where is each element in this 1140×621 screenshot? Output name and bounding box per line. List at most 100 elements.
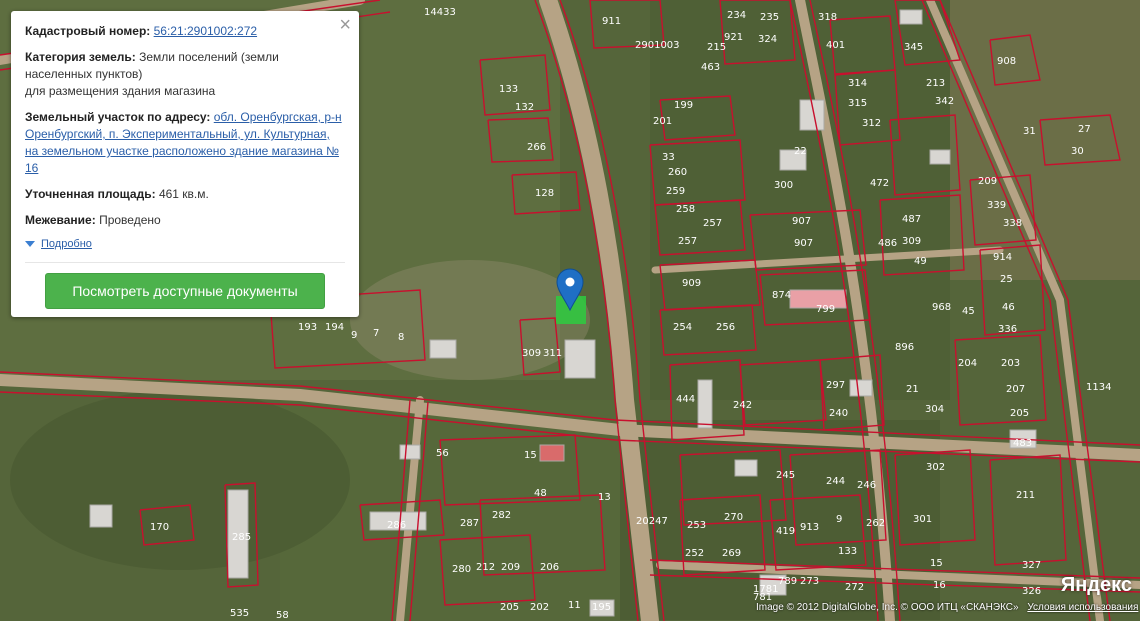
parcel-label: 472 [870, 178, 889, 189]
parcel-label: 315 [848, 98, 867, 109]
parcel-label: 244 [826, 476, 845, 487]
parcel-label: 252 [685, 548, 704, 559]
parcel-label: 215 [707, 42, 726, 53]
parcel-label: 14433 [424, 7, 456, 18]
cadastral-number-link[interactable]: 56:21:2901002:272 [154, 24, 257, 38]
parcel-label: 282 [492, 510, 511, 521]
parcel-label: 921 [724, 32, 743, 43]
parcel-label: 205 [1010, 408, 1029, 419]
parcel-label: 128 [535, 188, 554, 199]
parcel-label: 8 [398, 332, 404, 343]
parcel-label: 193 [298, 322, 317, 333]
parcel-label: 211 [1016, 490, 1035, 501]
parcel-label: 345 [904, 42, 923, 53]
parcel-label: 206 [540, 562, 559, 573]
parcel-label: 30 [1071, 146, 1084, 157]
category-row: Категория земель: Земли поселений (земли… [25, 49, 345, 100]
parcel-label: 245 [776, 470, 795, 481]
view-documents-button[interactable]: Посмотреть доступные документы [45, 273, 325, 309]
parcel-label: 262 [866, 518, 885, 529]
parcel-label: 205 [500, 602, 519, 613]
category-label: Категория земель: [25, 50, 136, 64]
parcel-label: 33 [662, 152, 675, 163]
parcel-label: 246 [857, 480, 876, 491]
parcel-label: 914 [993, 252, 1012, 263]
parcel-label: 133 [499, 84, 518, 95]
parcel-label: 253 [687, 520, 706, 531]
parcel-label: 21 [906, 384, 919, 395]
parcel-label: 968 [932, 302, 951, 313]
parcel-label: 338 [1003, 218, 1022, 229]
parcel-label: 25 [1000, 274, 1013, 285]
parcel-label: 486 [878, 238, 897, 249]
parcel-label: 304 [925, 404, 944, 415]
parcel-label: 300 [774, 180, 793, 191]
parcel-label: 336 [998, 324, 1017, 335]
area-row: Уточненная площадь: 461 кв.м. [25, 186, 345, 203]
parcel-label: 2901003 [635, 40, 680, 51]
parcel-label: 170 [150, 522, 169, 533]
parcel-label: 257 [703, 218, 722, 229]
parcel-label: 270 [724, 512, 743, 523]
parcel-label: 259 [666, 186, 685, 197]
parcel-label: 9 [836, 514, 842, 525]
parcel-label: 909 [682, 278, 701, 289]
address-label: Земельный участок по адресу: [25, 110, 211, 124]
parcel-label: 463 [701, 62, 720, 73]
parcel-label: 256 [716, 322, 735, 333]
parcel-label: 302 [926, 462, 945, 473]
divider [25, 262, 345, 263]
parcel-label: 285 [232, 532, 251, 543]
parcel-label: 908 [997, 56, 1016, 67]
parcel-label: 483 [1013, 438, 1032, 449]
survey-value: Проведено [99, 213, 161, 227]
parcel-label: 401 [826, 40, 845, 51]
parcel-label: 911 [602, 16, 621, 27]
parcel-label: 11 [568, 600, 581, 611]
parcel-label: 46 [1002, 302, 1015, 313]
yandex-logo: Яндекс [1060, 574, 1132, 596]
parcel-label: 132 [515, 102, 534, 113]
terms-link[interactable]: Условия использования [1027, 602, 1138, 613]
parcel-label: 309 [902, 236, 921, 247]
parcel-label: 203 [1001, 358, 1020, 369]
tree-cover [10, 390, 350, 570]
parcel-label: 269 [722, 548, 741, 559]
survey-row: Межевание: Проведено [25, 212, 345, 229]
parcel-label: 22 [794, 146, 807, 157]
area-label: Уточненная площадь: [25, 187, 156, 201]
parcel-label: 133 [838, 546, 857, 557]
parcel-label: 1134 [1086, 382, 1111, 393]
parcel-label: 535 [230, 608, 249, 619]
field-area [940, 0, 1140, 280]
parcel-label: 309 [522, 348, 541, 359]
parcel-label: 195 [592, 602, 611, 613]
parcel-label: 204 [958, 358, 977, 369]
triangle-down-icon [25, 241, 35, 247]
details-link[interactable]: Подробно [41, 238, 92, 250]
parcel-label: 913 [800, 522, 819, 533]
parcel-label: 58 [276, 610, 289, 621]
parcel-label: 311 [543, 348, 562, 359]
parcel-label: 15 [930, 558, 943, 569]
parcel-label: 15 [524, 450, 537, 461]
parcel-label: 874 [772, 290, 791, 301]
parcel-label: 324 [758, 34, 777, 45]
parcel-label: 234 [727, 10, 746, 21]
parcel-label: 487 [902, 214, 921, 225]
parcel-label: 56 [436, 448, 449, 459]
parcel-label: 318 [818, 12, 837, 23]
parcel-label: 20247 [636, 516, 668, 527]
copyright-text: Image © 2012 DigitalGlobe, Inc. © ООО ИТ… [756, 602, 1138, 613]
parcel-label: 301 [913, 514, 932, 525]
parcel-label: 287 [460, 518, 479, 529]
parcel-label: 254 [673, 322, 692, 333]
parcel-label: 907 [792, 216, 811, 227]
parcel-label: 48 [534, 488, 547, 499]
parcel-label: 240 [829, 408, 848, 419]
parcel-label: 199 [674, 100, 693, 111]
details-toggle[interactable]: Подробно [25, 238, 345, 250]
close-icon[interactable]: × [339, 15, 351, 35]
parcel-label: 49 [914, 256, 927, 267]
parcel-label: 209 [501, 562, 520, 573]
